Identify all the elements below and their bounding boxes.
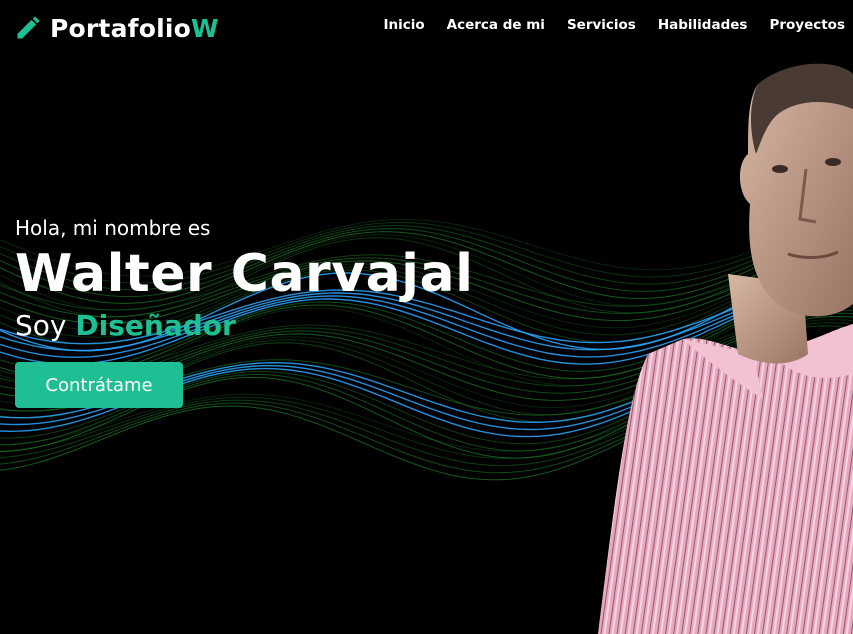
hire-me-button[interactable]: Contrátame (15, 362, 183, 408)
hero-name: Walter Carvajal (15, 244, 474, 304)
nav-menu: Inicio Acerca de mi Servicios Habilidade… (383, 17, 845, 33)
brand-accent: W (191, 13, 219, 43)
nav-link-proyectos[interactable]: Proyectos (769, 17, 845, 33)
hero-section: PortafolioW Inicio Acerca de mi Servicio… (0, 0, 853, 634)
portrait-photo (598, 63, 853, 634)
brand-name: Portafolio (50, 13, 192, 43)
role-prefix: Soy (15, 309, 67, 342)
pencil-icon (17, 16, 40, 39)
nav-link-habilidades[interactable]: Habilidades (658, 17, 748, 33)
brand-logo[interactable]: PortafolioW (14, 10, 219, 46)
navbar: PortafolioW Inicio Acerca de mi Servicio… (0, 0, 853, 56)
nav-link-inicio[interactable]: Inicio (383, 17, 424, 33)
nav-link-acerca[interactable]: Acerca de mi (447, 17, 545, 33)
role-word: Diseñador (75, 309, 236, 342)
nav-link-servicios[interactable]: Servicios (567, 17, 636, 33)
hero-greeting: Hola, mi nombre es (15, 216, 211, 240)
hero-role: Soy Diseñador (15, 306, 473, 346)
hero-content: Hola, mi nombre es Walter Carvajal Soy D… (15, 212, 473, 408)
